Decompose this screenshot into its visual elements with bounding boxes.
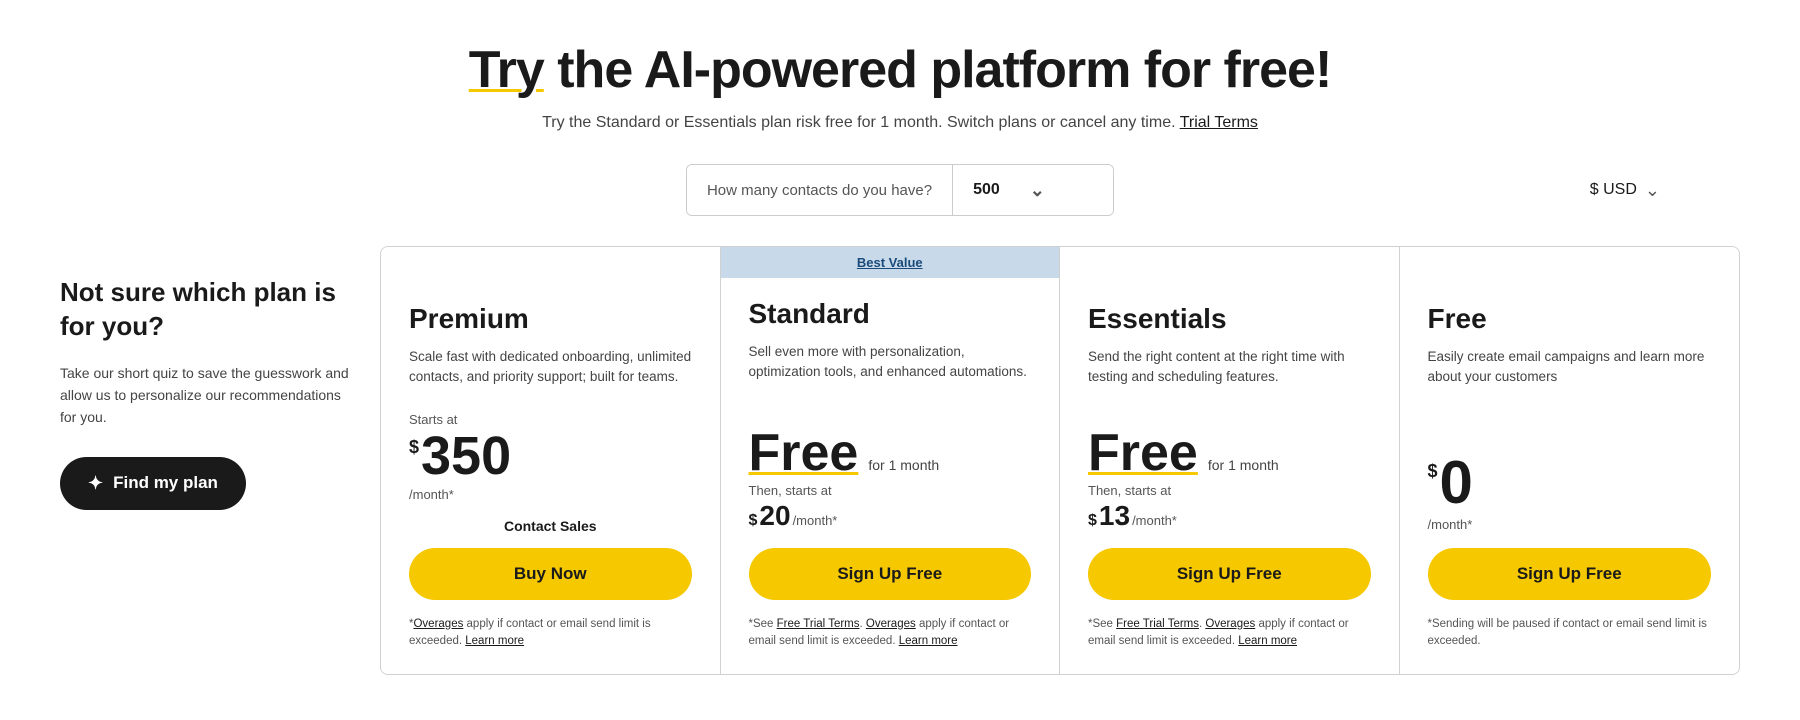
plan-card-essentials: Essentials Send the right content at the… xyxy=(1060,247,1400,674)
footnote-standard: *See Free Trial Terms. Overages apply if… xyxy=(749,616,1032,651)
then-dollar-standard: $ xyxy=(749,512,758,530)
banner-placeholder-free xyxy=(1400,247,1740,283)
then-starts-at-standard: Then, starts at xyxy=(749,483,1032,498)
plan-name-premium: Premium xyxy=(409,303,692,335)
plans-container: Premium Scale fast with dedicated onboar… xyxy=(380,246,1740,675)
free-trial-terms-link-essentials[interactable]: Free Trial Terms xyxy=(1116,618,1199,630)
subtitle-text: Try the Standard or Essentials plan risk… xyxy=(542,114,1175,131)
sign-up-free-button-free[interactable]: Sign Up Free xyxy=(1428,548,1712,600)
chevron-down-icon: ⌄ xyxy=(1030,180,1045,201)
free-text-essentials: Free xyxy=(1088,427,1198,479)
free-price-standard: Free for 1 month xyxy=(749,427,1032,479)
currency-chevron-icon: ⌄ xyxy=(1645,180,1660,201)
then-price-standard: $ 20 /month* xyxy=(749,500,1032,532)
buy-now-button[interactable]: Buy Now xyxy=(409,548,692,600)
plan-desc-free: Easily create email campaigns and learn … xyxy=(1428,347,1712,429)
price-section-essentials: Free for 1 month Then, starts at $ 13 /m… xyxy=(1088,427,1371,532)
contacts-value: 500 xyxy=(973,181,1000,199)
sign-up-free-button-standard[interactable]: Sign Up Free xyxy=(749,548,1032,600)
learn-more-link-premium[interactable]: Learn more xyxy=(465,635,524,647)
sidebar-heading: Not sure which plan is for you? xyxy=(60,276,360,344)
price-section-free: $ 0 /month* xyxy=(1428,453,1712,532)
price-period-free: /month* xyxy=(1428,517,1712,532)
price-number-premium: 350 xyxy=(421,429,511,483)
plan-name-essentials: Essentials xyxy=(1088,303,1371,335)
contact-sales-text: Contact Sales xyxy=(409,518,692,534)
learn-more-link-standard[interactable]: Learn more xyxy=(899,635,958,647)
currency-selector[interactable]: $ USD ⌄ xyxy=(1590,180,1660,201)
footnote-premium: *Overages apply if contact or email send… xyxy=(409,616,692,651)
sign-up-free-button-essentials[interactable]: Sign Up Free xyxy=(1088,548,1371,600)
then-period-essentials: /month* xyxy=(1132,513,1177,528)
subtitle: Try the Standard or Essentials plan risk… xyxy=(60,114,1740,132)
then-amount-standard: 20 xyxy=(759,500,790,532)
plan-card-standard: Best Value Standard Sell even more with … xyxy=(721,247,1061,674)
title-rest: the AI-powered platform for free! xyxy=(544,41,1331,99)
footnote-essentials: *See Free Trial Terms. Overages apply if… xyxy=(1088,616,1371,651)
title-try: Try xyxy=(469,41,544,99)
contacts-selector[interactable]: How many contacts do you have? 500 ⌄ xyxy=(686,164,1114,216)
then-dollar-essentials: $ xyxy=(1088,512,1097,530)
starts-at-premium: Starts at xyxy=(409,412,692,427)
free-trial-terms-link-standard[interactable]: Free Trial Terms xyxy=(777,618,860,630)
price-dollar-premium: $ xyxy=(409,437,419,458)
find-plan-label: Find my plan xyxy=(113,473,218,493)
overages-link-standard[interactable]: Overages xyxy=(866,618,916,630)
price-section-standard: Free for 1 month Then, starts at $ 20 /m… xyxy=(749,427,1032,532)
plan-name-standard: Standard xyxy=(749,298,1032,330)
for-one-month-essentials: for 1 month xyxy=(1208,457,1279,473)
contacts-label: How many contacts do you have? xyxy=(687,165,953,215)
main-title: Try the AI-powered platform for free! xyxy=(60,40,1740,100)
plan-desc-essentials: Send the right content at the right time… xyxy=(1088,347,1371,403)
price-period-premium: /month* xyxy=(409,487,692,502)
footnote-free: *Sending will be paused if contact or em… xyxy=(1428,616,1712,651)
plan-card-free: Free Easily create email campaigns and l… xyxy=(1400,247,1740,674)
sidebar-description: Take our short quiz to save the guesswor… xyxy=(60,362,360,429)
price-section-premium: Starts at $ 350 /month* xyxy=(409,412,692,502)
price-main-premium: $ 350 xyxy=(409,429,692,483)
price-dollar-free: $ xyxy=(1428,461,1438,482)
contacts-dropdown[interactable]: 500 ⌄ xyxy=(953,165,1113,215)
then-period-standard: /month* xyxy=(793,513,838,528)
then-starts-at-essentials: Then, starts at xyxy=(1088,483,1371,498)
left-sidebar: Not sure which plan is for you? Take our… xyxy=(60,246,380,540)
banner-placeholder-premium xyxy=(381,247,720,283)
then-price-essentials: $ 13 /month* xyxy=(1088,500,1371,532)
overages-link-premium[interactable]: Overages xyxy=(413,618,463,630)
for-one-month-standard: for 1 month xyxy=(868,457,939,473)
learn-more-link-essentials[interactable]: Learn more xyxy=(1238,635,1297,647)
controls-row: How many contacts do you have? 500 ⌄ $ U… xyxy=(60,164,1740,216)
best-value-banner: Best Value xyxy=(721,247,1060,278)
price-number-free: 0 xyxy=(1440,453,1473,513)
then-amount-essentials: 13 xyxy=(1099,500,1130,532)
trial-terms-link[interactable]: Trial Terms xyxy=(1180,114,1258,131)
free-price-essentials: Free for 1 month xyxy=(1088,427,1371,479)
plan-desc-standard: Sell even more with personalization, opt… xyxy=(749,342,1032,403)
main-content: Not sure which plan is for you? Take our… xyxy=(60,246,1740,675)
sparkle-icon: ✦ xyxy=(88,473,103,494)
banner-placeholder-essentials xyxy=(1060,247,1399,283)
free-text-standard: Free xyxy=(749,427,859,479)
plan-card-premium: Premium Scale fast with dedicated onboar… xyxy=(381,247,721,674)
plan-desc-premium: Scale fast with dedicated onboarding, un… xyxy=(409,347,692,388)
find-plan-button[interactable]: ✦ Find my plan xyxy=(60,457,246,510)
currency-value: $ USD xyxy=(1590,181,1637,199)
zero-price-free: $ 0 xyxy=(1428,453,1712,513)
plan-name-free: Free xyxy=(1428,303,1712,335)
header-section: Try the AI-powered platform for free! Tr… xyxy=(60,40,1740,132)
overages-link-essentials[interactable]: Overages xyxy=(1205,618,1255,630)
